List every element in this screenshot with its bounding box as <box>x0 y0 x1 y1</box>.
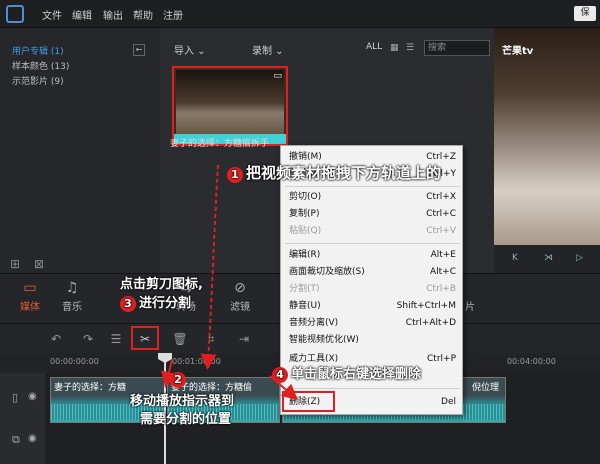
eye-icon[interactable]: ◉ <box>28 391 37 402</box>
play-icon[interactable]: ▷ <box>576 253 583 263</box>
menu-item-paste: 粘贴(Q) Ctrl+V <box>289 226 456 236</box>
arrow-left-icon[interactable]: ← <box>133 44 145 56</box>
folder-icon: ▭ <box>23 280 37 296</box>
menu-bar: 文件 编辑 输出 帮助 注册 保 <box>0 0 600 28</box>
annotation-step-2-line3: 需要分割的位置 <box>140 412 232 427</box>
clip-thumbnail-image <box>176 70 284 142</box>
search-input[interactable]: 搜索 <box>424 40 490 56</box>
annotation-step-1: 1 把视频素材拖拽下方轨道上的 <box>227 162 441 183</box>
clip-caption: 妻子的选择：方糖偷拆手 <box>170 139 270 149</box>
library-item-sample-videos[interactable]: 示范影片 (9) <box>12 74 64 87</box>
prev-frame-icon[interactable]: K <box>512 253 518 263</box>
import-button[interactable]: 导入 ⌄ <box>174 42 206 57</box>
menu-edit[interactable]: 编辑 <box>72 7 92 22</box>
redo-icon[interactable]: ↷ <box>80 331 96 347</box>
clip-label: 妻子的选择：方糖 <box>54 383 127 393</box>
menu-item-cut[interactable]: 剪切(O) Ctrl+X <box>289 189 456 206</box>
menu-item-crop-zoom[interactable]: 画面裁切及缩放(S) Alt+C <box>289 264 456 281</box>
menu-separator <box>285 388 460 389</box>
step-badge: 2 <box>170 372 186 388</box>
step-badge: 4 <box>272 367 288 383</box>
eye-icon[interactable]: ◉ <box>28 433 37 444</box>
menu-export[interactable]: 输出 <box>103 7 123 22</box>
menu-help[interactable]: 帮助 <box>133 7 153 22</box>
annotation-step-3-line1: 点击剪刀图标, <box>120 277 203 292</box>
annotation-step-2-line1: 2 <box>170 372 189 388</box>
library-panel: 用户专辑 (1) 样本颜色 (13) 示范影片 (9) ← <box>0 28 160 273</box>
video-track-icon: ▯ <box>12 391 19 404</box>
music-icon: ♫ <box>65 280 79 296</box>
menu-separator <box>285 243 460 244</box>
tab-media[interactable]: ▭ 媒体 <box>10 280 50 313</box>
menu-item-split: 分割(T) Ctrl+B <box>289 284 456 294</box>
save-button[interactable]: 保 <box>574 6 596 21</box>
library-item-user-album[interactable]: 用户专辑 (1) <box>12 44 64 57</box>
tab-music[interactable]: ♫ 音乐 <box>52 280 92 313</box>
export-icon[interactable]: ⇥ <box>236 331 252 347</box>
video-track-header: ▯ ◉ <box>0 373 45 425</box>
preview-window: 芒果tv <box>494 28 600 245</box>
step-badge: 1 <box>227 167 243 183</box>
library-item-sample-colors[interactable]: 样本颜色 (13) <box>12 59 69 72</box>
audio-track <box>0 425 600 464</box>
delete-icon[interactable]: 🗑 <box>172 331 188 347</box>
ruler-tick: 00:04:00:00 <box>507 357 556 366</box>
add-folder-icon[interactable]: ⊞ <box>10 257 20 271</box>
clip-label: 倪位理 <box>471 383 499 393</box>
preview-frame <box>494 28 600 245</box>
filter-icon: ⊘ <box>234 280 246 296</box>
video-camera-icon: ▭ <box>273 71 282 81</box>
undo-icon[interactable]: ↶ <box>48 331 64 347</box>
preview-controls: K ⋊ ▷ <box>494 245 600 273</box>
menu-item-copy[interactable]: 复制(P) Ctrl+C <box>289 206 456 223</box>
menu-item-detach-audio[interactable]: 音频分离(V) Ctrl+Alt+D <box>289 315 456 332</box>
tab-filter[interactable]: ⊘ 滤镜 <box>220 280 260 313</box>
remove-folder-icon[interactable]: ⊠ <box>34 257 44 271</box>
menu-register[interactable]: 注册 <box>163 7 183 22</box>
menu-item-smart-optimize[interactable]: 智能视频优化(W) <box>289 332 456 349</box>
grid-view-icon[interactable]: ▦ <box>390 43 400 53</box>
record-button[interactable]: 录制 ⌄ <box>252 42 284 57</box>
audio-track-header: ⧉ ◉ <box>0 425 45 464</box>
media-clip-thumbnail[interactable]: ▭ <box>172 66 288 146</box>
app-logo-icon <box>6 5 24 23</box>
next-frame-icon[interactable]: ⋊ <box>544 253 553 263</box>
filter-all-dropdown[interactable]: ALL <box>366 42 382 52</box>
settings-sliders-icon[interactable]: ☰ <box>108 331 124 347</box>
delete-highlight <box>282 391 335 412</box>
menu-item-mute[interactable]: 静音(U) Shift+Ctrl+M <box>289 298 456 315</box>
list-view-icon[interactable]: ☰ <box>406 43 416 53</box>
channel-watermark: 芒果tv <box>502 46 534 57</box>
menu-file[interactable]: 文件 <box>42 7 62 22</box>
step-badge: 3 <box>120 296 136 312</box>
overlay-track-icon: ⧉ <box>12 433 20 446</box>
ruler-tick: 00:01:00:00 <box>172 357 221 366</box>
menu-item-edit[interactable]: 编辑(R) Alt+E <box>289 247 456 264</box>
annotation-step-3-line2: 3 进行分割 <box>120 292 191 312</box>
scissors-highlight <box>131 326 159 350</box>
ruler-tick: 00:00:00:00 <box>50 357 99 366</box>
menu-separator <box>285 186 460 187</box>
annotation-step-4: 4 单击鼠标右键选择删除 <box>272 363 421 383</box>
annotation-step-2-line2: 移动播放指示器到 <box>130 394 235 409</box>
crop-icon[interactable]: ⌗ <box>203 331 219 347</box>
